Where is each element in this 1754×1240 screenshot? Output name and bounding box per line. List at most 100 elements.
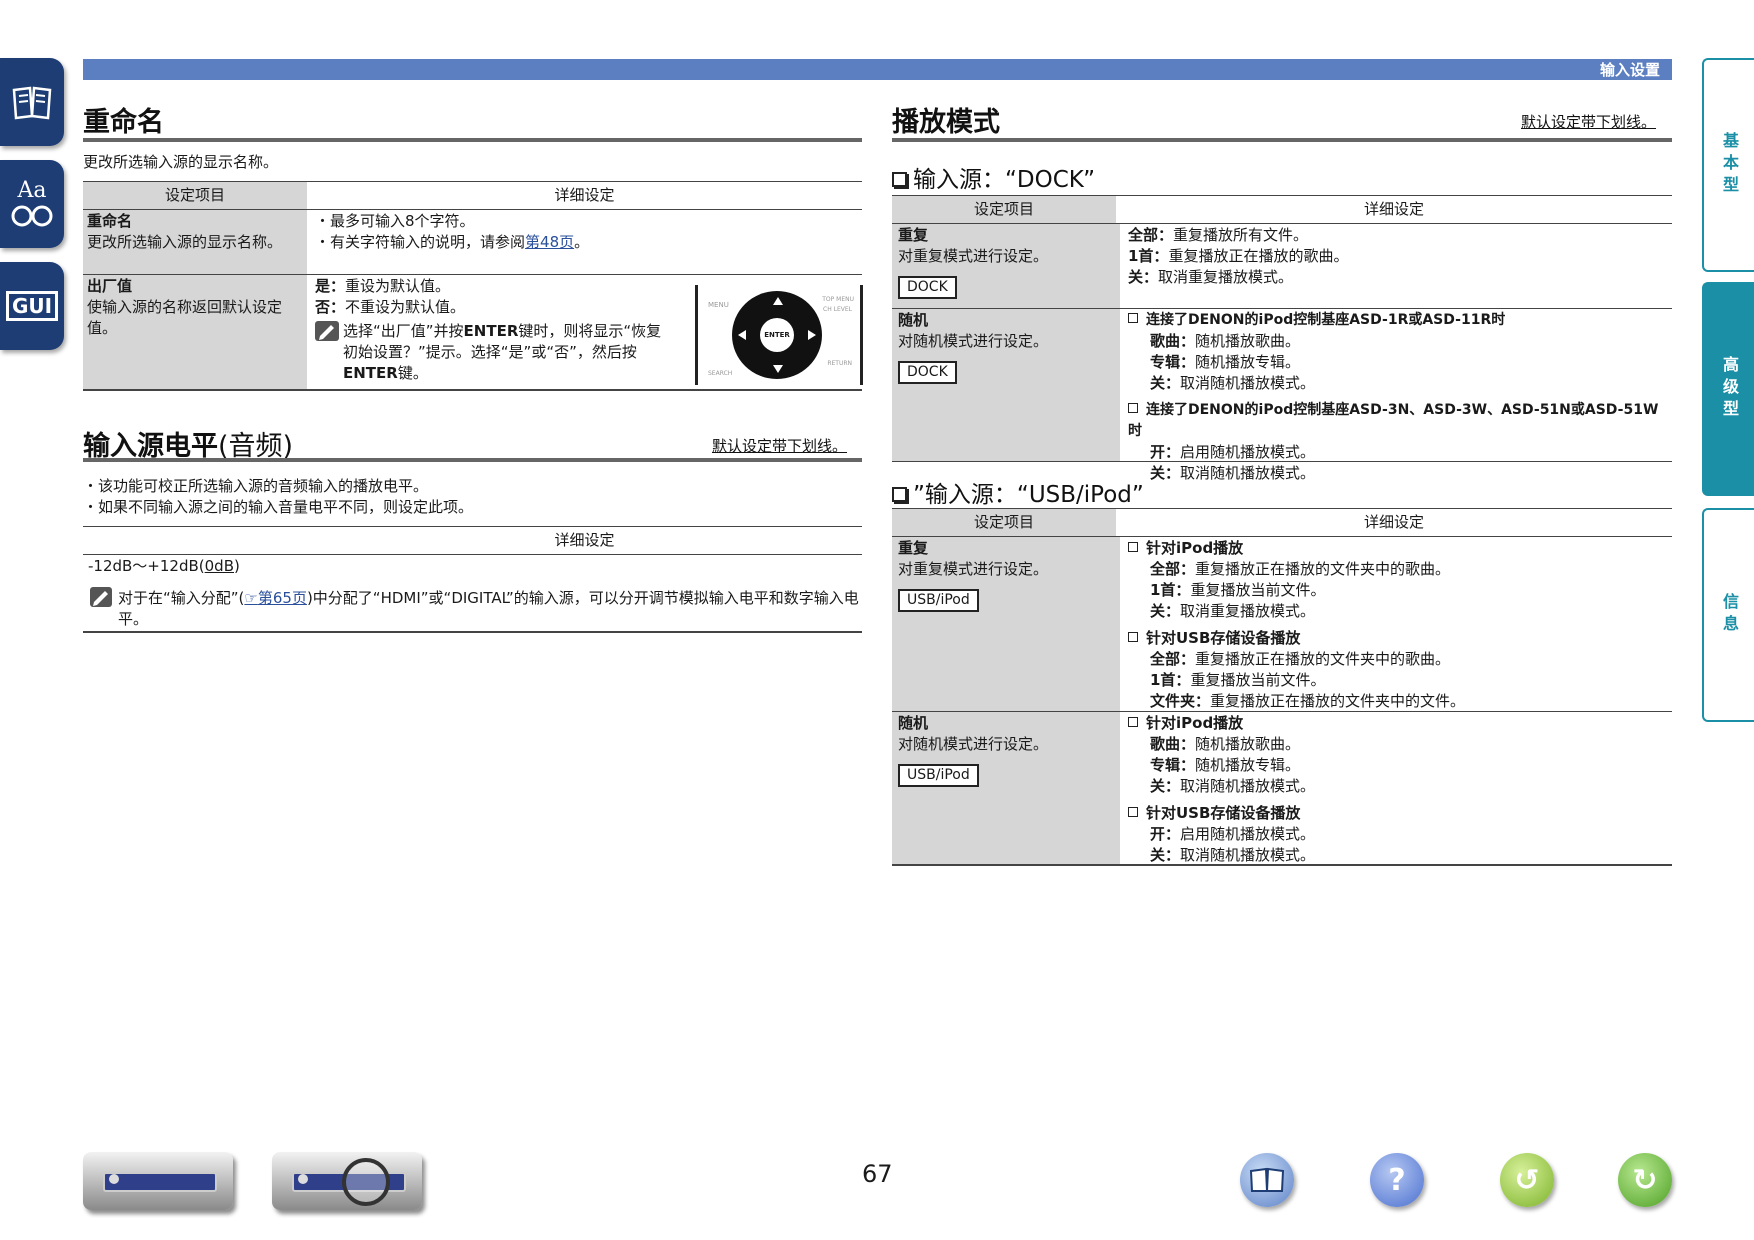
level-note: 对于在“输入分配”(☞第65页)中分配了“HDMI”或“DIGITAL”的输入源… [118,589,859,628]
table-header: 设定项目 详细设定 [83,182,862,210]
group-title: 针对iPod播放 [1128,538,1664,559]
source-tag: DOCK [898,361,957,384]
col-item-header: 设定项目 [83,182,307,209]
row-name: 重命名 [87,212,133,230]
dock-table: 设定项目 详细设定 重复 对重复模式进行设定。 DOCK 全部：重复播放所有文件… [892,195,1672,482]
row-desc: 更改所选输入源的显示名称。 [87,233,283,251]
default-underline-note: 默认设定带下划线。 [712,437,848,455]
table-header: 设定项目 详细设定 [892,509,1672,537]
row-name: 随机 [898,311,929,329]
magnifier-icon [11,205,53,227]
play-mode-title: 播放模式 [892,107,1000,138]
right-arrow-icon [808,330,816,340]
rename-table: 设定项目 详细设定 重命名 更改所选输入源的显示名称。 ・最多可输入8个字符。 … [83,181,863,391]
table-row: 重复 对重复模式进行设定。 DOCK 全部：重复播放所有文件。 1首：重复播放正… [892,224,1672,309]
title-rule [83,138,862,142]
level-bullets: ・该功能可校正所选输入源的音频输入的播放电平。 ・如果不同输入源之间的输入音量电… [83,476,473,518]
section-title: 输入设置 [1599,61,1660,79]
enter-button: ENTER [760,318,794,352]
option-line: 歌曲：随机播放歌曲。 [1150,332,1301,350]
source-tag: USB/iPod [898,589,979,612]
forward-icon[interactable]: ↻ [1618,1153,1672,1207]
option-line: 关：取消重复播放模式。 [1150,602,1316,620]
col-detail-header: 详细设定 [1363,200,1424,218]
row-name: 出厂值 [87,277,133,295]
tab-information[interactable]: 信息 [1702,508,1754,722]
help-icon[interactable]: ? [1370,1153,1424,1207]
down-arrow-icon [773,365,783,373]
book-icon [12,86,52,120]
dpad: ENTER [732,291,822,379]
gui-icon[interactable]: GUI [0,262,64,350]
receiver-front-icon[interactable] [83,1152,233,1210]
page-number: 67 [862,1160,893,1188]
option-line: 关：取消随机播放模式。 [1150,846,1316,864]
group-title: 针对USB存储设备播放 [1128,803,1664,824]
option-line: 专辑：随机播放专辑。 [1150,353,1301,371]
col-detail-header: 详细设定 [1363,513,1424,531]
tab-advanced[interactable]: 高级型 [1702,282,1754,496]
note-text: 选择“出厂值”并按ENTER键时，则将显示“恢复初始设置？”提示。选择“是”或“… [343,322,662,382]
col-detail-header: 详细设定 [554,186,615,204]
back-icon[interactable]: ↺ [1500,1153,1554,1207]
list-item: ・最多可输入8个字符。 [315,212,475,230]
title-rule [892,138,1672,142]
usb-heading: ”输入源：“USB/iPod” [892,475,1144,509]
group-title: 针对iPod播放 [1128,713,1664,734]
source-tag: USB/iPod [898,764,979,787]
pencil-note-icon [315,321,339,341]
col-detail-header: 详细设定 [554,531,615,549]
col-item-header: 设定项目 [892,509,1116,536]
row-desc: 对重复模式进行设定。 [898,560,1049,578]
row-desc: 对重复模式进行设定。 [898,247,1049,265]
group-title: 针对USB存储设备播放 [1128,628,1664,649]
index-icon[interactable]: Aa [0,160,64,248]
page-48-link[interactable]: 第48页 [525,233,574,251]
gui-label: GUI [5,291,59,321]
list-item: ・如果不同输入源之间的输入音量电平不同，则设定此项。 [83,498,474,516]
option-line: 全部：重复播放正在播放的文件夹中的歌曲。 [1150,650,1451,668]
page-65-link[interactable]: ☞第65页 [244,589,307,607]
row-name: 重复 [898,226,929,244]
table-row: 随机 对随机模式进行设定。 USB/iPod 针对iPod播放 歌曲：随机播放歌… [892,712,1672,866]
option-line: 歌曲：随机播放歌曲。 [1150,735,1301,753]
option-line: 1首：重复播放正在播放的歌曲。 [1128,247,1349,265]
rename-description: 更改所选输入源的显示名称。 [83,153,279,171]
level-range: -12dB～+12dB(0dB) [88,557,240,575]
option-line: 全部：重复播放正在播放的文件夹中的歌曲。 [1150,560,1451,578]
tab-basic[interactable]: 基本型 [1702,58,1754,272]
row-desc: 对随机模式进行设定。 [898,735,1049,753]
option-line: 开：启用随机播放模式。 [1150,825,1316,843]
option-line: 关：取消重复播放模式。 [1128,268,1294,286]
default-underline-note: 默认设定带下划线。 [1521,113,1657,131]
usb-table: 设定项目 详细设定 重复 对重复模式进行设定。 USB/iPod 针对iPod播… [892,508,1672,866]
list-item: ・该功能可校正所选输入源的音频输入的播放电平。 [83,477,429,495]
row-name: 随机 [898,714,929,732]
row-name: 重复 [898,539,929,557]
rename-title: 重命名 [83,107,164,138]
source-tag: DOCK [898,276,957,299]
section-end-rule [83,631,862,633]
list-item: ・有关字符输入的说明，请参阅第48页。 [315,233,590,251]
title-rule [83,458,862,462]
left-arrow-icon [738,330,746,340]
magnifier-icon [342,1158,390,1206]
receiver-zoom-icon[interactable] [272,1152,422,1210]
pencil-note-icon [90,587,112,607]
table-row: 重复 对重复模式进行设定。 USB/iPod 针对iPod播放 全部：重复播放正… [892,537,1672,712]
book-icon[interactable] [1240,1153,1294,1207]
option-line: 全部：重复播放所有文件。 [1128,226,1309,244]
col-item-header: 设定项目 [892,196,1116,223]
level-table-header: 详细设定 [83,526,862,555]
table-row: 随机 对随机模式进行设定。 DOCK 连接了DENON的iPod控制基座ASD-… [892,309,1672,482]
dock-heading: 输入源：“DOCK” [892,160,1095,194]
option-line: 1首：重复播放当前文件。 [1150,581,1326,599]
table-row: 重命名 更改所选输入源的显示名称。 ・最多可输入8个字符。 ・有关字符输入的说明… [83,210,862,275]
option-line: 关：取消随机播放模式。 [1150,464,1316,482]
table-header: 设定项目 详细设定 [892,196,1672,224]
contents-book-icon[interactable] [0,58,64,146]
up-arrow-icon [773,297,783,305]
option-line: 开：启用随机播放模式。 [1150,443,1316,461]
section-header-bar: 输入设置 [83,59,1672,80]
checkbox-icon [892,172,907,187]
